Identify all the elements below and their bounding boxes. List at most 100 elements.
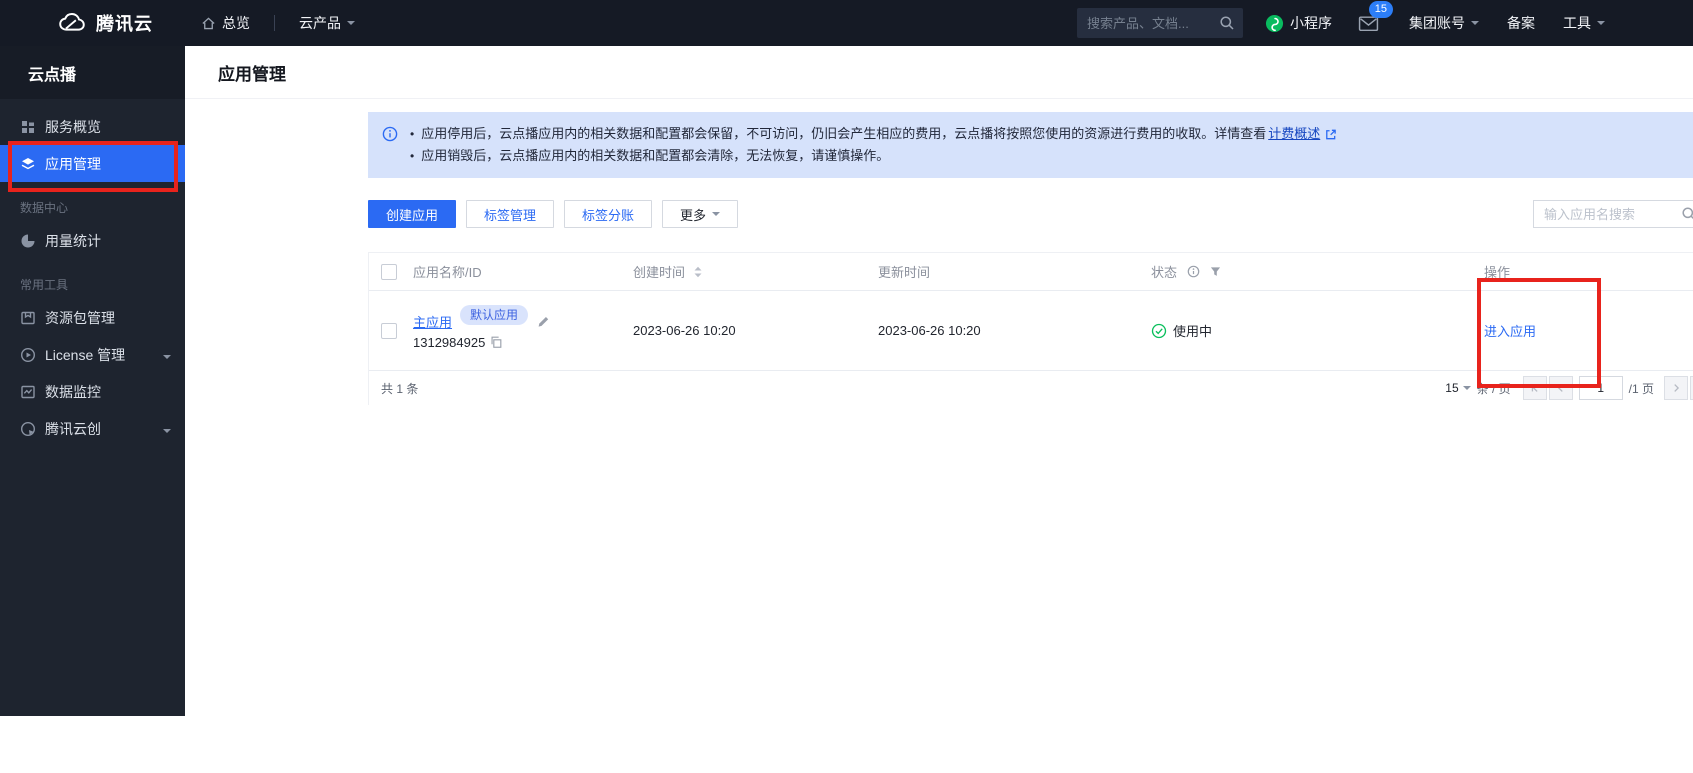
info-circle-icon[interactable] [1187, 265, 1200, 278]
main-content: 应用管理 应用停用后，云点播应用内的相关数据和配置都会保留，不可访问，仍旧会产生… [185, 46, 1693, 773]
notification-badge[interactable]: 15 [1369, 1, 1393, 18]
check-circle-icon [1151, 323, 1167, 339]
sidebar-item-label: 用量统计 [45, 231, 101, 251]
group-account-label: 集团账号 [1409, 13, 1465, 33]
nav-tools-label: 工具 [1563, 13, 1591, 33]
topbar: 腾讯云 总览 云产品 [0, 0, 1693, 46]
miniprogram-icon [1265, 14, 1284, 33]
sidebar-item-label: 应用管理 [45, 154, 101, 174]
page-size-unit: 条 / 页 [1477, 380, 1511, 397]
tencent-cloud-logo[interactable]: 腾讯云 [57, 10, 153, 36]
banner-line-2: 应用销毁后，云点播应用内的相关数据和配置都会清除，无法恢复，请谨慎操作。 [408, 145, 1337, 167]
globe-icon [20, 421, 36, 437]
nav-products[interactable]: 云产品 [299, 13, 355, 33]
page-number-input[interactable] [1579, 376, 1623, 400]
app-id: 1312984925 [413, 335, 485, 350]
next-page-button[interactable] [1664, 376, 1688, 400]
mini-program-label: 小程序 [1290, 13, 1332, 33]
nav-tools[interactable]: 工具 [1563, 13, 1605, 33]
first-page-button[interactable] [1523, 376, 1547, 400]
banner-text: 应用销毁后，云点播应用内的相关数据和配置都会清除，无法恢复，请谨慎操作。 [421, 145, 889, 167]
column-header-name-id: 应用名称/ID [413, 262, 482, 281]
pie-chart-icon [20, 233, 36, 249]
chevron-down-icon [163, 355, 171, 363]
chevron-down-icon [347, 21, 355, 29]
sidebar-item-label: License 管理 [45, 345, 125, 365]
info-circle-icon [382, 126, 398, 167]
banner-line-1: 应用停用后，云点播应用内的相关数据和配置都会保留，不可访问，仍旧会产生相应的费用… [408, 123, 1337, 145]
select-all-checkbox[interactable] [381, 264, 397, 280]
copy-icon[interactable] [489, 335, 503, 349]
package-icon [20, 310, 36, 326]
create-app-button[interactable]: 创建应用 [368, 200, 456, 228]
tag-manage-button[interactable]: 标签管理 [466, 200, 554, 228]
chevron-down-icon [1463, 386, 1471, 394]
created-time: 2023-06-26 10:20 [633, 323, 736, 338]
layers-icon [20, 156, 36, 172]
sidebar-item-data-monitor[interactable]: 数据监控 [0, 373, 185, 410]
sort-icon[interactable] [693, 265, 703, 279]
pagination: 共 1 条 15 条 / 页 [369, 371, 1693, 405]
sidebar-item-label: 腾讯云创 [45, 419, 101, 439]
external-link-icon[interactable] [1324, 128, 1337, 141]
play-circle-icon [20, 347, 36, 363]
app-table: 应用名称/ID 创建时间 更新时间 状态 [368, 252, 1693, 405]
page-size-select[interactable]: 15 [1445, 381, 1470, 395]
sidebar-item-tencent-cloud-media[interactable]: 腾讯云创 [0, 410, 185, 447]
sidebar-section-common-tools: 常用工具 [0, 265, 185, 299]
default-app-badge: 默认应用 [460, 305, 528, 325]
group-account[interactable]: 集团账号 [1409, 13, 1479, 33]
billing-overview-link[interactable]: 计费概述 [1268, 123, 1320, 145]
sidebar-item-label: 服务概览 [45, 117, 101, 137]
filter-icon[interactable] [1210, 266, 1221, 277]
sidebar-section-data-center: 数据中心 [0, 188, 185, 222]
enter-app-link[interactable]: 进入应用 [1484, 321, 1536, 340]
chevron-down-icon [1471, 21, 1479, 29]
row-checkbox[interactable] [381, 323, 397, 339]
mini-program[interactable]: 小程序 [1265, 13, 1332, 33]
sidebar-item-usage-stats[interactable]: 用量统计 [0, 222, 185, 259]
mail-button[interactable]: 15 [1358, 14, 1379, 33]
topbar-search [1077, 8, 1243, 38]
nav-beian[interactable]: 备案 [1507, 13, 1535, 33]
page-count-label: /1 页 [1629, 380, 1654, 397]
updated-time: 2023-06-26 10:20 [878, 323, 981, 338]
sidebar-item-resource-pack[interactable]: 资源包管理 [0, 299, 185, 336]
sidebar-item-app-management[interactable]: 应用管理 [0, 145, 185, 182]
nav-products-label: 云产品 [299, 13, 341, 33]
nav-overview-label: 总览 [222, 13, 250, 33]
app-search-input[interactable] [1533, 200, 1693, 228]
chevron-down-icon [1597, 21, 1605, 29]
chevron-down-icon [712, 212, 720, 220]
monitor-icon [20, 384, 36, 400]
home-icon [201, 16, 216, 31]
column-header-updated: 更新时间 [878, 262, 930, 281]
sidebar-item-label: 资源包管理 [45, 308, 115, 328]
total-count: 共 1 条 [381, 380, 418, 397]
tag-billing-button[interactable]: 标签分账 [564, 200, 652, 228]
table-header-row: 应用名称/ID 创建时间 更新时间 状态 [369, 253, 1693, 291]
column-header-created: 创建时间 [633, 262, 685, 281]
app-name-link[interactable]: 主应用 [413, 312, 452, 331]
nav-beian-label: 备案 [1507, 13, 1535, 33]
table-row: 主应用 默认应用 1312984925 [369, 291, 1693, 371]
brand-text: 腾讯云 [96, 10, 153, 36]
tencent-cloud-logo-icon [57, 12, 87, 34]
edit-pencil-icon[interactable] [536, 314, 551, 329]
sidebar-item-service-overview[interactable]: 服务概览 [0, 108, 185, 145]
search-icon[interactable] [1681, 206, 1693, 222]
prev-page-button[interactable] [1549, 376, 1573, 400]
grid-icon [20, 119, 36, 135]
column-header-action: 操作 [1484, 262, 1510, 281]
nav-overview[interactable]: 总览 [201, 13, 250, 33]
sidebar: 云点播 服务概览 应用管理 数据中心 [0, 46, 185, 716]
sidebar-item-license[interactable]: License 管理 [0, 336, 185, 373]
info-banner: 应用停用后，云点播应用内的相关数据和配置都会保留，不可访问，仍旧会产生相应的费用… [368, 112, 1693, 178]
toolbar: 创建应用 标签管理 标签分账 更多 [368, 200, 1693, 228]
console-title: 云点播 [0, 46, 185, 99]
sidebar-item-label: 数据监控 [45, 382, 101, 402]
search-icon[interactable] [1219, 15, 1235, 31]
topbar-divider [274, 15, 275, 31]
more-button[interactable]: 更多 [662, 200, 738, 228]
page-title: 应用管理 [185, 60, 286, 85]
